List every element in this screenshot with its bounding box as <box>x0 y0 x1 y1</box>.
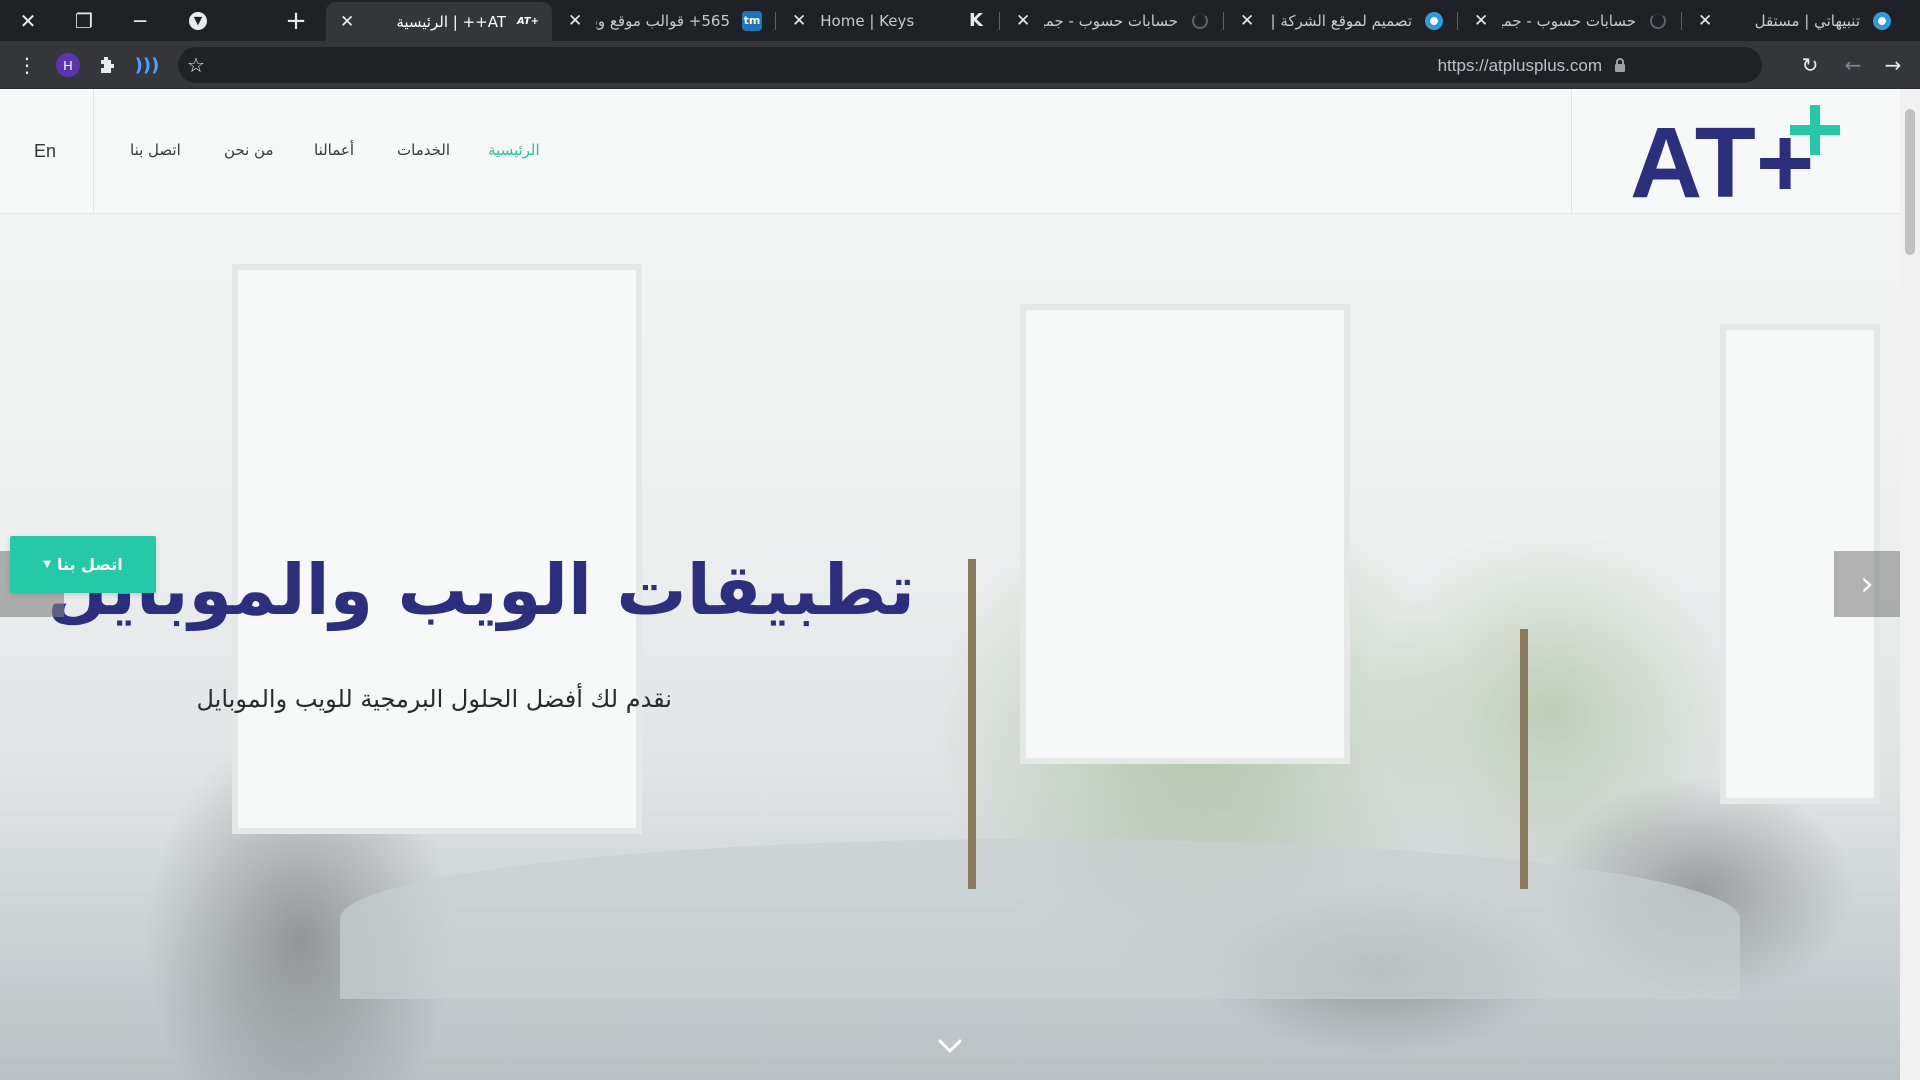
hero-subtitle: نقدم لك أفضل الحلول البرمجية للويب والمو… <box>196 685 673 713</box>
plant-decoration <box>1520 629 1528 889</box>
scrollbar-thumb[interactable] <box>1905 109 1915 255</box>
close-tab-icon[interactable]: ✕ <box>1698 11 1712 31</box>
scroll-down-chevron-icon[interactable] <box>936 1029 964 1062</box>
tab-title: تنبيهاتي | مستقل <box>1754 11 1860 30</box>
header-divider <box>93 89 94 214</box>
back-icon[interactable]: ← <box>1837 49 1869 81</box>
tab-separator <box>1681 12 1682 30</box>
tab-title: AT++ | الرئيسية <box>396 12 506 31</box>
page-scrollbar[interactable] <box>1900 89 1920 1080</box>
extensions-icon[interactable] <box>91 49 123 81</box>
close-tab-icon[interactable]: ✕ <box>792 11 806 31</box>
caret-down-icon: ▼ <box>43 559 52 570</box>
extension-waves-icon[interactable]: ))) <box>131 49 163 81</box>
bookmark-star-icon[interactable]: ☆ <box>180 49 212 81</box>
page-viewport: En اتصل بنا من نحن أعمالنا الخدمات الرئي… <box>0 89 1920 1080</box>
tab-strip: ✕ ❐ ─ ▼ + ✕ AT++ | الرئيسية AT+ ✕ 565+ ق… <box>0 0 1920 41</box>
tab-hsoub-2[interactable]: ✕ حسابات حسوب - جميع <box>1460 0 1682 41</box>
minimize-window-icon[interactable]: ─ <box>112 0 168 41</box>
browser-toolbar: ⋮ H ))) ☆ https://atplusplus.com ↻ ← → <box>0 41 1920 89</box>
contact-us-button[interactable]: اتصل بنا ▼ <box>10 536 156 593</box>
close-tab-icon[interactable]: ✕ <box>568 11 582 31</box>
nav-home[interactable]: الرئيسية <box>488 141 540 159</box>
slider-next-button[interactable]: › <box>1834 551 1900 617</box>
atplus-logo[interactable]: AT+ <box>1630 105 1844 201</box>
hero-title: تطبيقات الويب والموبايل <box>47 549 915 631</box>
restore-window-icon[interactable]: ❐ <box>56 0 112 41</box>
tab-mostaql-notifications[interactable]: ✕ تنبيهاتي | مستقل <box>1684 0 1906 41</box>
tab-separator <box>775 12 776 30</box>
profile-avatar[interactable]: H <box>52 49 84 81</box>
tab-separator <box>999 12 1000 30</box>
profile-initial: H <box>56 53 80 77</box>
tm-icon: tm <box>742 10 762 31</box>
close-window-icon[interactable]: ✕ <box>0 0 56 41</box>
close-tab-icon[interactable]: ✕ <box>1016 11 1030 31</box>
tab-mostaql-project[interactable]: ✕ تصميم لموقع الشركة | <box>1226 0 1458 41</box>
close-tab-icon[interactable]: ✕ <box>1474 11 1488 31</box>
language-switch[interactable]: En <box>34 141 56 162</box>
tab-separator <box>1457 12 1458 30</box>
nav-services[interactable]: الخدمات <box>397 141 450 159</box>
tab-atplus[interactable]: ✕ AT++ | الرئيسية AT+ <box>326 2 552 41</box>
tab-separator <box>1223 12 1224 30</box>
menu-dots-icon[interactable]: ⋮ <box>11 49 43 81</box>
keys-icon: K <box>969 10 983 31</box>
nav-portfolio[interactable]: أعمالنا <box>314 141 354 159</box>
tab-hsoub-1[interactable]: ✕ حسابات حسوب - جميع <box>1002 0 1224 41</box>
new-tab-button[interactable]: + <box>268 0 324 41</box>
tab-title: حسابات حسوب - جميع <box>1502 11 1636 30</box>
lock-icon[interactable] <box>1614 58 1626 76</box>
site-header: En اتصل بنا من نحن أعمالنا الخدمات الرئي… <box>0 89 1900 214</box>
loading-icon <box>1648 11 1668 31</box>
window-decoration <box>1020 304 1350 764</box>
tab-title: Home | Keys <box>820 11 915 30</box>
plant-decoration <box>968 559 976 889</box>
tab-search-icon[interactable]: ▼ <box>170 0 226 41</box>
mostaql-icon <box>1872 11 1892 31</box>
tab-title: تصميم لموقع الشركة | <box>1270 11 1412 30</box>
tab-templates[interactable]: ✕ 565+ قوالب موقع ويب tm <box>554 0 776 41</box>
url-text: https://atplusplus.com <box>1437 56 1602 75</box>
loading-icon <box>1190 11 1210 31</box>
tab-keys[interactable]: ✕ Home | Keys K <box>778 0 1000 41</box>
tab-title: حسابات حسوب - جميع <box>1044 11 1178 30</box>
omnibox[interactable]: ☆ https://atplusplus.com <box>178 47 1762 83</box>
close-tab-icon[interactable]: ✕ <box>340 12 354 32</box>
header-divider <box>1571 89 1572 214</box>
nav-contact[interactable]: اتصل بنا <box>130 141 181 159</box>
nav-about[interactable]: من نحن <box>224 141 274 159</box>
logo-text: AT+ <box>1630 107 1814 201</box>
atplus-icon: AT+ <box>517 16 539 27</box>
reload-icon[interactable]: ↻ <box>1794 49 1826 81</box>
logo-plus-horizontal <box>1790 125 1840 135</box>
close-tab-icon[interactable]: ✕ <box>1240 11 1254 31</box>
forward-icon[interactable]: → <box>1877 49 1909 81</box>
mostaql-icon <box>1424 11 1444 31</box>
table-decoration <box>340 839 1740 999</box>
tab-title: 565+ قوالب موقع ويب <box>596 11 730 30</box>
contact-button-label: اتصل بنا <box>57 555 123 574</box>
